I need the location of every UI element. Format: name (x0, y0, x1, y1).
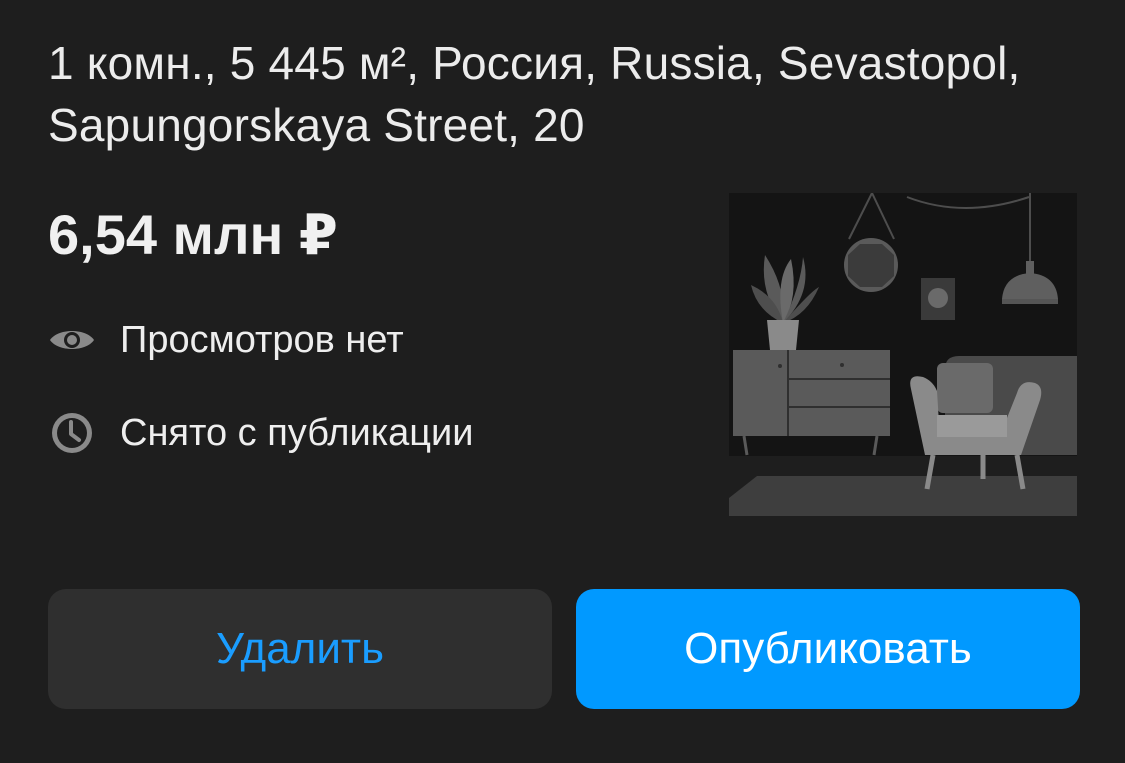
living-room-illustration (729, 192, 1077, 516)
listing-price: 6,54 млн ₽ (48, 203, 338, 266)
status-row: Снято с публикации (48, 408, 474, 458)
listing-photo-placeholder[interactable] (729, 192, 1077, 516)
delete-button[interactable]: Удалить (48, 589, 552, 709)
clock-icon (48, 409, 96, 457)
views-text: Просмотров нет (120, 318, 404, 361)
publish-button[interactable]: Опубликовать (576, 589, 1080, 709)
eye-icon (48, 316, 96, 364)
status-text: Снято с публикации (120, 411, 474, 454)
listing-title: 1 комн., 5 445 м², Россия, Russia, Sevas… (48, 37, 1021, 151)
views-row: Просмотров нет (48, 315, 404, 365)
